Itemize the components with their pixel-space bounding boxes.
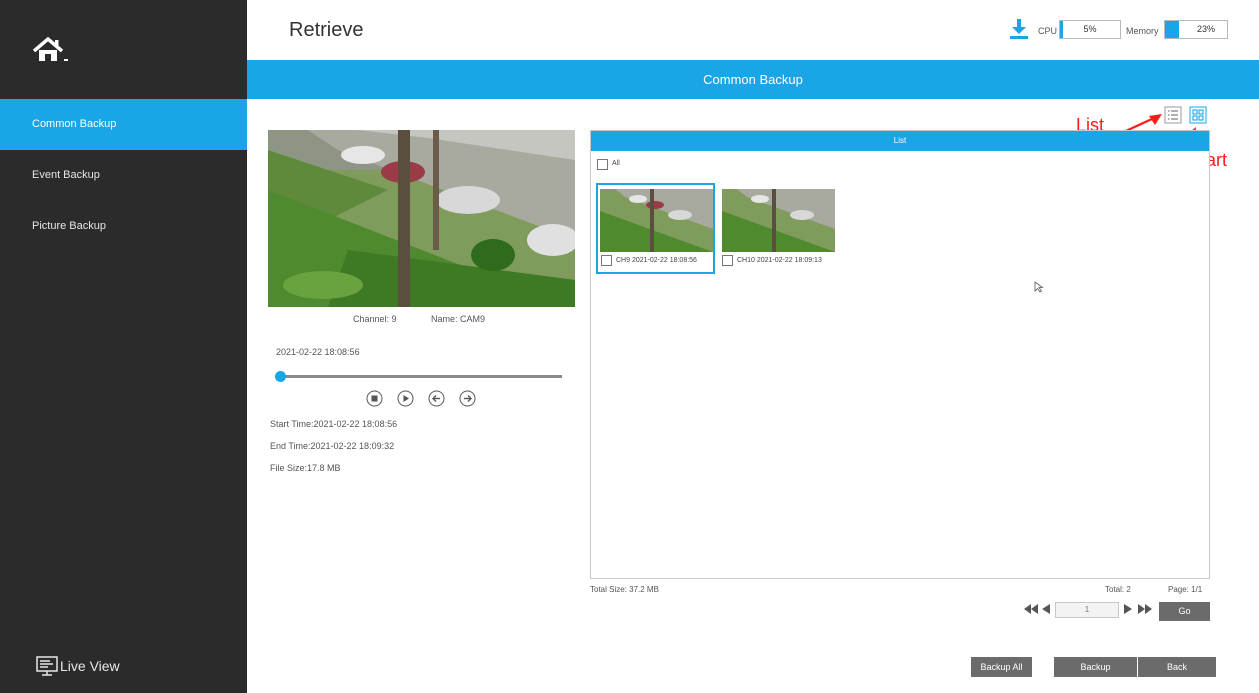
playback-timeline[interactable] — [275, 371, 562, 382]
page-title: Retrieve — [289, 19, 364, 41]
memory-value: 23% — [1196, 24, 1215, 34]
camera-name-info: Name: CAM9 — [431, 314, 486, 324]
backup-button[interactable]: Backup — [1054, 657, 1137, 677]
select-all-checkbox[interactable] — [597, 159, 608, 170]
item-checkbox[interactable] — [722, 255, 733, 266]
sidebar-item-picture-backup[interactable]: Picture Backup — [0, 201, 247, 252]
current-time: 2021-02-22 18:08:56 — [276, 347, 360, 357]
list-item[interactable]: CH9 2021-02-22 18:08:56 — [596, 183, 715, 274]
sidebar-item-event-backup[interactable]: Event Backup — [0, 150, 247, 201]
list-item[interactable]: CH10 2021-02-22 18:09:13 — [719, 183, 838, 274]
step-forward-icon[interactable] — [459, 390, 476, 407]
list-header: List — [591, 131, 1209, 151]
thumbnail[interactable] — [722, 189, 835, 252]
total-size: Total Size: 37.2 MB — [590, 585, 659, 594]
live-view-label: Live View — [60, 658, 120, 674]
video-preview[interactable] — [268, 130, 575, 307]
backup-all-button[interactable]: Backup All — [971, 657, 1032, 677]
item-label: CH10 2021-02-22 18:09:13 — [737, 257, 822, 264]
page-number-input[interactable]: 1 — [1055, 602, 1119, 618]
end-time: End Time:2021-02-22 18:09:32 — [270, 441, 395, 451]
play-icon[interactable] — [397, 390, 414, 407]
channel-info: Channel: 9 — [353, 314, 397, 324]
monitor-icon — [36, 656, 58, 676]
live-view-button[interactable]: Live View — [36, 655, 120, 677]
file-list-panel: List All CH9 2021-02-22 18:08:56 CH10 20… — [590, 130, 1210, 579]
sidebar: Common Backup Event Backup Picture Backu… — [0, 0, 247, 693]
start-time: Start Time:2021-02-22 18:08:56 — [270, 419, 398, 429]
list-view-icon[interactable] — [1164, 106, 1182, 124]
file-size: File Size:17.8 MB — [270, 463, 341, 473]
memory-label: Memory — [1126, 26, 1159, 36]
last-page-icon[interactable] — [1137, 602, 1153, 616]
memory-meter-fill — [1165, 21, 1180, 38]
next-page-icon[interactable] — [1123, 602, 1133, 616]
cpu-value: 5% — [1083, 24, 1097, 34]
first-page-icon[interactable] — [1023, 602, 1039, 616]
section-banner: Common Backup — [247, 60, 1259, 99]
cursor-icon — [1034, 281, 1044, 293]
timeline-handle[interactable] — [275, 371, 286, 382]
previous-page-icon[interactable] — [1041, 602, 1051, 616]
sidebar-item-common-backup[interactable]: Common Backup — [0, 99, 247, 150]
item-checkbox[interactable] — [601, 255, 612, 266]
select-all-label: All — [612, 160, 620, 167]
go-button[interactable]: Go — [1159, 602, 1210, 621]
download-icon[interactable] — [1009, 18, 1029, 40]
item-label: CH9 2021-02-22 18:08:56 — [616, 257, 697, 264]
thumbnail[interactable] — [600, 189, 713, 252]
total-count: Total: 2 — [1105, 585, 1131, 594]
home-icon[interactable] — [32, 35, 72, 65]
back-button[interactable]: Back — [1138, 657, 1216, 677]
grid-view-icon[interactable] — [1189, 106, 1207, 124]
step-backward-icon[interactable] — [428, 390, 445, 407]
page-indicator: Page: 1/1 — [1168, 585, 1203, 594]
cpu-label: CPU — [1038, 26, 1058, 36]
stop-icon[interactable] — [366, 390, 383, 407]
cpu-meter: 5% — [1059, 20, 1121, 39]
memory-meter: 23% — [1164, 20, 1228, 39]
